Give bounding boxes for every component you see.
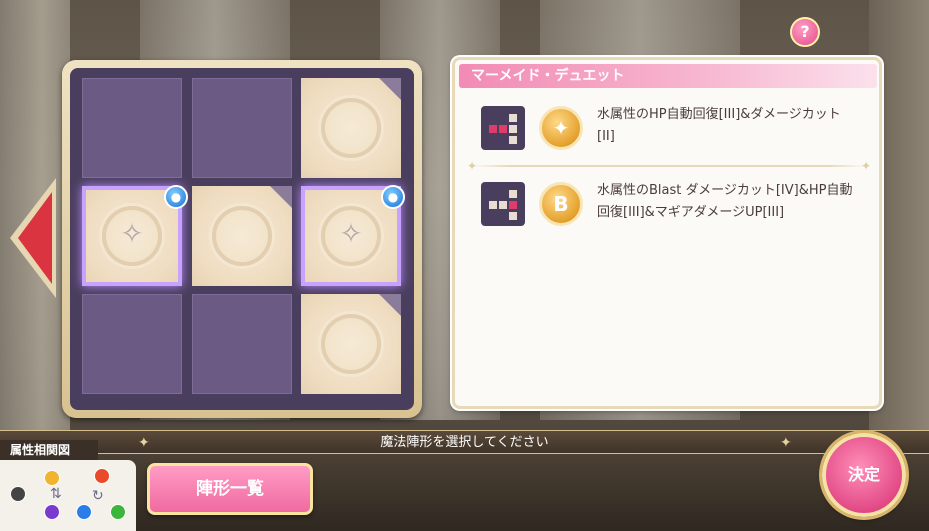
divider <box>471 165 867 167</box>
light-attribute-icon <box>44 470 60 486</box>
fire-attribute-icon <box>94 468 110 484</box>
skill-row: B 水属性のBlast ダメージカット[IV]&HP自動回復[III]&マギアダ… <box>481 180 861 230</box>
bottom-area <box>0 454 929 531</box>
slot-ring <box>321 314 381 374</box>
cycle-arrow-icon: ↻ <box>92 488 104 504</box>
grid-cell-3-1[interactable] <box>82 294 182 394</box>
skill-description: 水属性のHP自動回復[III]&ダメージカット[II] <box>597 107 841 144</box>
dark-purple-attribute-icon <box>44 504 60 520</box>
instruction-bar: ✦ 魔法陣形を選択してください ✦ <box>0 430 929 454</box>
swirl-sparkle-icon: ✧ <box>339 217 363 250</box>
slot-ring <box>321 98 381 158</box>
swirl-sparkle-icon: ✧ <box>120 217 144 250</box>
attribute-chart-label: 属性相関図 <box>0 440 98 460</box>
grid-cell-3-2[interactable] <box>192 294 292 394</box>
prev-formation-arrow[interactable] <box>18 192 52 284</box>
formation-title: マーメイド・デュエット <box>459 64 877 88</box>
slot-ring <box>212 206 272 266</box>
help-button[interactable]: ? <box>790 17 820 47</box>
formation-pattern-icon <box>481 182 525 226</box>
grid-cell-2-2[interactable] <box>192 186 292 286</box>
grid-cell-3-3[interactable] <box>301 294 401 394</box>
attribute-chart[interactable]: ⇅ ↻ <box>0 460 136 531</box>
skill-description: 水属性のBlast ダメージカット[IV]&HP自動回復[III]&マギアダメー… <box>597 183 853 220</box>
star-ornament-icon: ✦ <box>467 159 478 173</box>
grid-cell-1-1[interactable] <box>82 78 182 178</box>
formation-grid: ✧ ✧ <box>70 68 414 410</box>
grid-cell-1-3[interactable] <box>301 78 401 178</box>
formation-info-panel: マーメイド・デュエット ✦ 水属性のHP自動回復[III]&ダメージカット[II… <box>452 57 882 409</box>
forest-attribute-icon <box>110 504 126 520</box>
formation-list-button[interactable]: 陣形一覧 <box>147 463 313 515</box>
blast-badge-icon: B <box>539 182 583 226</box>
decide-button[interactable]: 決定 <box>822 433 906 517</box>
grid-cell-1-2[interactable] <box>192 78 292 178</box>
cycle-arrow-icon: ⇅ <box>50 486 62 502</box>
star-ornament-icon: ✦ <box>780 435 792 451</box>
sparkle-badge-icon: ✦ <box>539 106 583 150</box>
star-ornament-icon: ✦ <box>861 159 872 173</box>
formation-pattern-icon <box>481 106 525 150</box>
water-drop-icon: ● <box>381 185 405 209</box>
dark-attribute-icon <box>10 486 26 502</box>
water-drop-icon: ● <box>164 185 188 209</box>
formation-grid-frame: ✧ ✧ <box>62 60 422 418</box>
water-attribute-icon <box>76 504 92 520</box>
skill-row: ✦ 水属性のHP自動回復[III]&ダメージカット[II] <box>481 104 861 154</box>
